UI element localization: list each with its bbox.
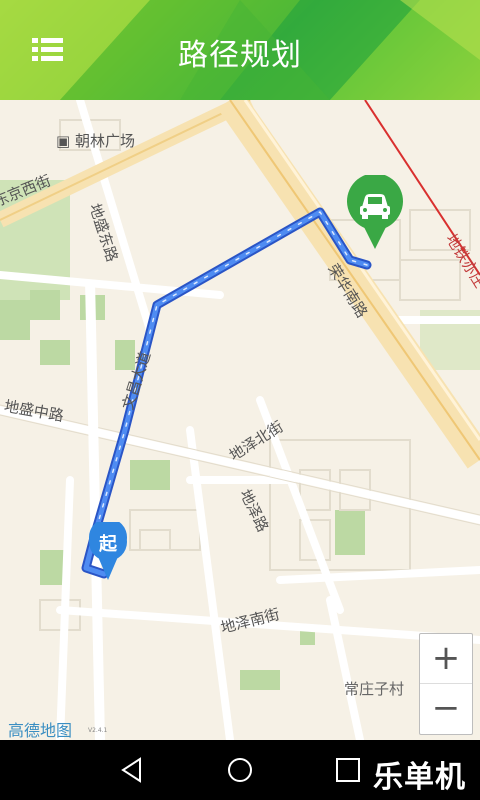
map-view[interactable]: ▣ 朝林广场 东京西街 地盛东路 荣华南路 文昌大道 地盛中路 地泽北街 地泽路… [0, 100, 480, 740]
zoom-controls: + − [419, 633, 473, 735]
poi-chaolin-plaza[interactable]: ▣ 朝林广场 [56, 130, 135, 151]
start-marker-label: 起 [99, 534, 117, 555]
start-marker[interactable]: 起 [88, 518, 128, 582]
poi-changzhuang: 常庄子村 [344, 680, 405, 698]
page-title: 路径规划 [178, 38, 302, 73]
home-icon[interactable] [226, 756, 254, 784]
map-brand-version: V2.4.1 [88, 727, 108, 734]
map-brand-logo: 高德地图 [8, 721, 73, 740]
car-icon [347, 173, 403, 249]
zoom-in-button[interactable]: + [420, 634, 472, 684]
app-header: 路径规划 [0, 0, 480, 100]
back-icon[interactable] [118, 756, 146, 784]
watermark-text: 乐单机 [373, 760, 466, 795]
building-icon: ▣ [56, 132, 71, 150]
destination-car-marker[interactable] [346, 173, 404, 251]
zoom-out-button[interactable]: − [420, 684, 472, 733]
map-canvas [0, 100, 480, 740]
recent-apps-icon[interactable] [334, 756, 362, 784]
